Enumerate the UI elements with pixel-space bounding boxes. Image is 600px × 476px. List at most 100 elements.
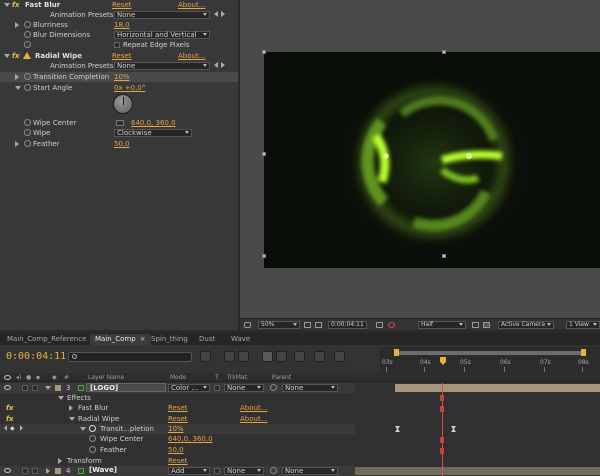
current-time-display[interactable]: 0:00:04:11 — [328, 321, 367, 329]
solo-toggle[interactable] — [22, 468, 28, 474]
feather-row[interactable]: Feather 50,0 — [0, 445, 355, 455]
trkmat-column[interactable]: TrkMat — [227, 374, 247, 381]
expand-triangle-icon[interactable] — [58, 396, 64, 400]
region-of-interest-icon[interactable] — [472, 322, 479, 328]
close-icon[interactable]: × — [140, 335, 146, 343]
keyframe-icon[interactable] — [451, 426, 456, 432]
bounding-handle[interactable] — [442, 50, 446, 54]
next-preset-icon[interactable] — [221, 11, 225, 17]
reset-link[interactable]: Reset — [168, 403, 188, 413]
pickwhip-icon[interactable] — [270, 384, 277, 391]
layer-row-logo[interactable]: 3 [LOGO] Color ... None None — [0, 383, 355, 393]
angle-dial[interactable] — [113, 94, 133, 114]
keyframe-icon[interactable] — [395, 426, 400, 432]
wipe-dropdown[interactable]: Clockwise — [114, 129, 192, 137]
prev-preset-icon[interactable] — [214, 11, 218, 17]
transform-row[interactable]: Transform Reset — [0, 456, 355, 466]
about-link[interactable]: About... — [178, 51, 205, 61]
start-angle-value[interactable]: 0x +0,0° — [114, 83, 145, 93]
grid-icon[interactable] — [315, 322, 322, 328]
feather-value[interactable]: 50,0 — [114, 139, 130, 149]
next-keyframe-icon[interactable] — [20, 425, 23, 431]
work-area-bar[interactable] — [395, 351, 585, 355]
transparency-grid-icon[interactable] — [483, 322, 490, 328]
label-color-swatch[interactable] — [55, 385, 61, 391]
radial-wipe-row[interactable]: fx Radial Wipe Reset About... — [0, 414, 355, 424]
reset-link[interactable]: Reset — [168, 414, 188, 424]
mini-flowchart-icon[interactable] — [200, 351, 211, 362]
composition-canvas[interactable] — [264, 52, 600, 268]
parent-column[interactable]: Parent — [272, 374, 291, 381]
safe-zones-icon[interactable] — [304, 322, 311, 328]
fast-blur-row[interactable]: fx Fast Blur Reset About... — [0, 403, 355, 413]
label-color-swatch[interactable] — [55, 468, 61, 474]
mode-dropdown[interactable]: Color ... — [168, 384, 210, 392]
fx-icon[interactable]: fx — [6, 403, 14, 413]
crosshair-icon[interactable] — [116, 120, 124, 126]
fx-icon[interactable]: fx — [6, 414, 14, 424]
work-area-end-handle[interactable] — [581, 349, 586, 356]
shy-layers-icon[interactable] — [238, 351, 249, 362]
stopwatch-icon[interactable] — [24, 140, 31, 147]
stopwatch-icon[interactable] — [89, 446, 96, 453]
wipe-center-value[interactable]: 640,0, 360,0 — [131, 118, 176, 128]
bounding-handle[interactable] — [262, 254, 266, 258]
layer-name-column[interactable]: Layer Name — [88, 374, 124, 381]
zoom-dropdown[interactable]: 50% — [258, 321, 300, 329]
blur-dimensions-dropdown[interactable]: Horizontal and Vertical — [114, 31, 210, 39]
expand-triangle-icon[interactable] — [4, 3, 10, 7]
wipe-center-row[interactable]: Wipe Center 640,0, 360,0 — [0, 434, 355, 444]
stopwatch-icon[interactable] — [24, 31, 31, 38]
about-link[interactable]: About... — [178, 0, 205, 10]
keyframe-diamond-icon[interactable]: ◆ — [10, 424, 15, 434]
stopwatch-icon[interactable] — [89, 435, 96, 442]
prev-preset-icon[interactable] — [214, 62, 218, 68]
frame-blending-icon[interactable] — [262, 351, 273, 362]
blurriness-value[interactable]: 18,0 — [114, 20, 130, 30]
t-column[interactable]: T — [215, 374, 219, 381]
expand-triangle-icon[interactable] — [4, 54, 10, 58]
mode-column[interactable]: Mode — [170, 374, 186, 381]
snapshot-icon[interactable] — [376, 322, 383, 328]
bounding-handle[interactable] — [442, 254, 446, 258]
eye-icon[interactable] — [4, 385, 11, 390]
pickwhip-icon[interactable] — [270, 467, 277, 474]
reset-link[interactable]: Reset — [168, 456, 188, 466]
live-update-icon[interactable] — [334, 351, 345, 362]
layer-track-logo[interactable] — [355, 383, 600, 393]
layer-duration-bar[interactable] — [355, 467, 600, 475]
effects-group-row[interactable]: Effects — [0, 393, 355, 403]
fx-icon[interactable]: fx — [12, 51, 20, 61]
current-time-indicator-head[interactable] — [440, 357, 446, 365]
about-link[interactable]: About... — [240, 403, 267, 413]
fast-blur-header[interactable]: fx Fast Blur Reset About... — [0, 0, 238, 10]
stopwatch-icon[interactable] — [24, 84, 31, 91]
reset-link[interactable]: Reset — [112, 0, 132, 10]
expand-triangle-icon[interactable] — [69, 417, 75, 421]
expand-triangle-icon[interactable] — [80, 427, 86, 431]
animation-presets-dropdown[interactable]: None — [114, 62, 210, 70]
keyframe-track[interactable] — [355, 424, 600, 434]
view-layout-dropdown[interactable]: 1 View — [566, 321, 600, 329]
stopwatch-icon[interactable] — [24, 21, 31, 28]
animation-presets-dropdown[interactable]: None — [114, 11, 210, 19]
expand-triangle-icon[interactable] — [15, 22, 19, 28]
graph-editor-icon[interactable] — [294, 351, 305, 362]
about-link[interactable]: About... — [240, 414, 267, 424]
always-preview-icon[interactable] — [244, 322, 251, 328]
expand-triangle-icon[interactable] — [45, 386, 51, 390]
expand-triangle-icon[interactable] — [58, 458, 62, 464]
lock-toggle[interactable] — [32, 468, 38, 474]
layer-name[interactable]: [Wave] — [86, 466, 166, 475]
draft-3d-icon[interactable] — [224, 351, 235, 362]
work-area-start-handle[interactable] — [394, 349, 399, 356]
solo-toggle[interactable] — [22, 385, 28, 391]
prev-keyframe-icon[interactable] — [4, 425, 7, 431]
radial-wipe-header[interactable]: fx Radial Wipe Reset About... — [0, 51, 238, 61]
fx-icon[interactable]: fx — [12, 0, 20, 10]
stopwatch-icon[interactable] — [24, 73, 31, 80]
trkmat-dropdown[interactable]: None — [224, 467, 264, 475]
wipe-center-value[interactable]: 640,0, 360,0 — [168, 434, 213, 444]
repeat-edge-checkbox[interactable] — [114, 42, 120, 48]
layer-name[interactable]: [LOGO] — [86, 383, 166, 392]
